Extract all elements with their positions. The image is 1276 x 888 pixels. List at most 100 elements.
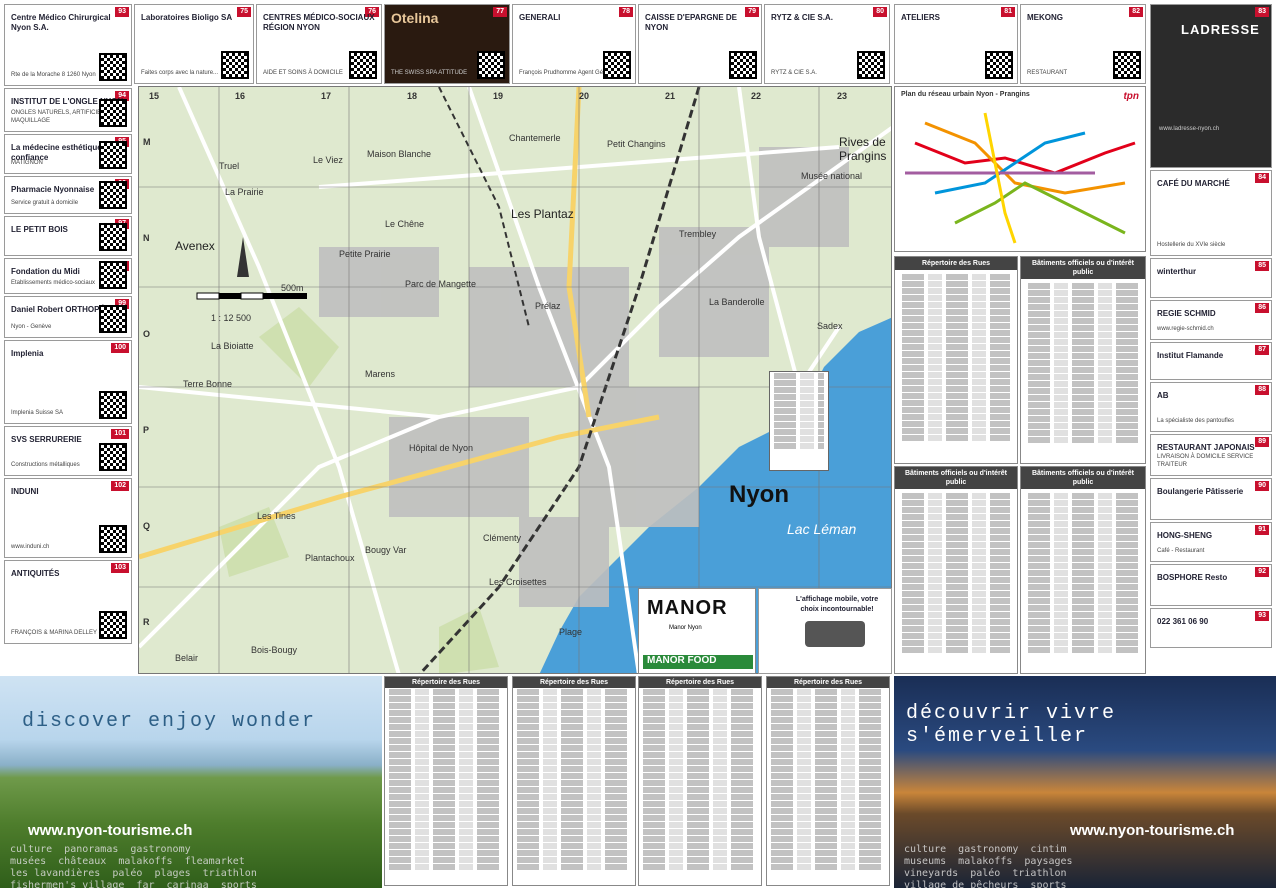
city-map[interactable]: 1 : 12 500 500m Nyon Lac Léman Truel Le …	[138, 86, 892, 674]
grid-column-label: 19	[493, 91, 504, 101]
qr-code	[99, 443, 127, 471]
ad-subtitle: www.induni.ch	[11, 544, 50, 550]
index-entries	[767, 689, 889, 870]
place-label: Parc de Mangette	[405, 279, 477, 289]
place-label: Petite Prairie	[339, 249, 391, 259]
ad-name: INDUNI	[11, 487, 39, 496]
qr-code	[985, 51, 1013, 79]
panel-title: Bâtiments officiels ou d'intérêt public	[895, 467, 1017, 489]
place-label: Prélaz	[535, 301, 561, 311]
ad-top-76[interactable]: 76 CENTRES MÉDICO-SOCIAUX RÉGION NYON AI…	[256, 4, 382, 84]
map-legend	[769, 371, 829, 471]
park-area	[259, 307, 339, 387]
ad-right-90[interactable]: 90 Boulangerie Pâtisserie	[1150, 478, 1272, 520]
ad-name: ATELIERS	[901, 13, 940, 22]
index-title: Répertoire des Rues	[767, 677, 889, 688]
ad-right-86[interactable]: 86 REGIE SCHMID www.regie-schmid.ch	[1150, 300, 1272, 340]
ad-left-103[interactable]: 103 ANTIQUITÉS FRANÇOIS & MARINA DELLEY …	[4, 560, 132, 644]
tpn-logo: tpn	[1123, 91, 1139, 102]
public-buildings-panel: Bâtiments officiels ou d'intérêt public	[1020, 466, 1146, 674]
qr-code	[99, 53, 127, 81]
network-title: Plan du réseau urbain Nyon - Prangins	[901, 91, 1030, 98]
ad-number: 80	[873, 7, 887, 17]
place-label: Belair	[175, 653, 199, 663]
ad-name: BOSPHORE Resto	[1157, 573, 1228, 582]
panel-title: Bâtiments officiels ou d'intérêt public	[1021, 467, 1145, 489]
ad-number: 78	[619, 7, 633, 17]
qr-code	[857, 51, 885, 79]
bus-network-map[interactable]: Plan du réseau urbain Nyon - Prangins tp…	[894, 86, 1146, 252]
qr-code	[1113, 51, 1141, 79]
ad-top-77[interactable]: 77 Otelina THE SWISS SPA ATTITUDE	[384, 4, 510, 84]
ad-top-79[interactable]: 79 CAISSE D'EPARGNE DE NYON	[638, 4, 762, 84]
ad-name: CAISSE D'EPARGNE DE NYON	[645, 13, 737, 32]
ad-top-82[interactable]: 82 MEKONG RESTAURANT	[1020, 4, 1146, 84]
ad-right-93[interactable]: 93 022 361 06 90	[1150, 608, 1272, 648]
place-label: Plantachoux	[305, 553, 355, 563]
ad-left-98[interactable]: 98 Fondation du Midi Etablissements médi…	[4, 258, 132, 294]
ad-tagline: RESTAURANT	[1027, 70, 1068, 76]
place-label: Clémenty	[483, 533, 522, 543]
grid-row-label: R	[143, 617, 150, 627]
grid-column-label: 21	[665, 91, 676, 101]
ad-left-95[interactable]: 95 La médecine esthétique en confiance M…	[4, 134, 132, 174]
ad-subtitle: LIVRAISON À DOMICILE SERVICE TRAITEUR	[1157, 454, 1254, 468]
ad-left-102[interactable]: 102 INDUNI www.induni.ch	[4, 478, 132, 558]
ad-subtitle: Rte de la Morache 8 1260 Nyon	[11, 72, 96, 78]
ad-subtitle: Service gratuit à domicile	[11, 200, 79, 206]
ad-name: MEKONG	[1027, 13, 1063, 22]
panel-entries	[895, 489, 1017, 657]
tourism-url[interactable]: www.nyon-tourisme.ch	[1070, 822, 1234, 839]
ad-left-93[interactable]: 93 Centre Médico Chirurgical Nyon S.A. R…	[4, 4, 132, 86]
ad-right-85[interactable]: 85 winterthur	[1150, 258, 1272, 298]
right-tagline: découvrir vivre s'émerveiller	[906, 702, 1117, 748]
tourism-url[interactable]: www.nyon-tourisme.ch	[28, 822, 192, 839]
place-label: Maison Blanche	[367, 149, 432, 159]
ad-left-100[interactable]: 100 Implenia Implenia Suisse SA	[4, 340, 132, 424]
vineyard-photo: discover enjoy wonder www.nyon-tourisme.…	[0, 676, 382, 888]
ad-number: 82	[1129, 7, 1143, 17]
ad-name: winterthur	[1157, 267, 1197, 276]
ad-name: SVS SERRURERIE	[11, 435, 82, 444]
ad-number: 88	[1255, 385, 1269, 395]
ad-tagline: THE SWISS SPA ATTITUDE	[391, 70, 468, 76]
ad-number: 102	[111, 481, 129, 491]
index-title: Répertoire des Rues	[639, 677, 761, 688]
ad-name: ANTIQUITÉS	[11, 569, 60, 578]
ad-manor[interactable]: MANOR Manor Nyon MANOR FOOD	[638, 588, 756, 674]
street-index-column: Répertoire des Rues	[638, 676, 762, 886]
trailer-image	[805, 621, 865, 647]
street-index-panel: Répertoire des Rues	[894, 256, 1018, 464]
ad-number: 86	[1255, 303, 1269, 313]
place-label: Plage	[559, 627, 583, 637]
ad-right-89[interactable]: 89 RESTAURANT JAPONAIS LIVRAISON À DOMIC…	[1150, 434, 1272, 476]
ad-right-88[interactable]: 88 AB La spécialiste des pantoufles	[1150, 382, 1272, 432]
ad-subtitle: Etablissements médico-sociaux	[11, 280, 96, 286]
ad-top-78[interactable]: 78 GENERALI François Prudhomme Agent Gén…	[512, 4, 636, 84]
ad-right-91[interactable]: 91 HONG-SHENG Café - Restaurant	[1150, 522, 1272, 562]
ad-top-81[interactable]: 81 ATELIERS	[894, 4, 1018, 84]
ad-number: 85	[1255, 261, 1269, 271]
index-entries	[639, 689, 761, 870]
place-label: Les Plantaz	[511, 207, 574, 221]
panel-title: Répertoire des Rues	[895, 257, 1017, 270]
place-label: Les Croisettes	[489, 577, 547, 587]
ad-name: 022 361 06 90	[1157, 617, 1209, 626]
ad-left-94[interactable]: 94 INSTITUT DE L'ONGLE NYON ONGLES NATUR…	[4, 88, 132, 132]
ad-name: RESTAURANT JAPONAIS	[1157, 443, 1255, 452]
network-diagram	[905, 112, 1136, 244]
ad-left-97[interactable]: 97 LE PETIT BOIS	[4, 216, 132, 256]
ad-left-96[interactable]: 96 Pharmacie Nyonnaise Service gratuit à…	[4, 176, 132, 214]
ad-subtitle: www.regie-schmid.ch	[1157, 326, 1214, 332]
ad-right-87[interactable]: 87 Institut Flamande	[1150, 342, 1272, 380]
ad-left-101[interactable]: 101 SVS SERRURERIE Constructions métalli…	[4, 426, 132, 476]
ad-top-80[interactable]: 80 RYTZ & CIE S.A. RYTZ & CIE S.A.	[764, 4, 890, 84]
ad-name: AB	[1157, 391, 1169, 400]
ad-name: Pharmacie Nyonnaise	[11, 185, 95, 194]
ad-right-92[interactable]: 92 BOSPHORE Resto	[1150, 564, 1272, 606]
ad-mobile-display[interactable]: L'affichage mobile, votre choix incontou…	[758, 588, 892, 674]
ad-ladresse[interactable]: 83 LADRESSE www.ladresse-nyon.ch	[1150, 4, 1272, 168]
ad-top-75[interactable]: 75 Laboratoires Bioligo SA Faites corps …	[134, 4, 254, 84]
ad-left-99[interactable]: 99 Daniel Robert ORTHOPÉDIE Nyon - Genèv…	[4, 296, 132, 338]
ad-right-84[interactable]: 84 CAFÉ DU MARCHÉ Hostellerie du XVIe si…	[1150, 170, 1272, 256]
